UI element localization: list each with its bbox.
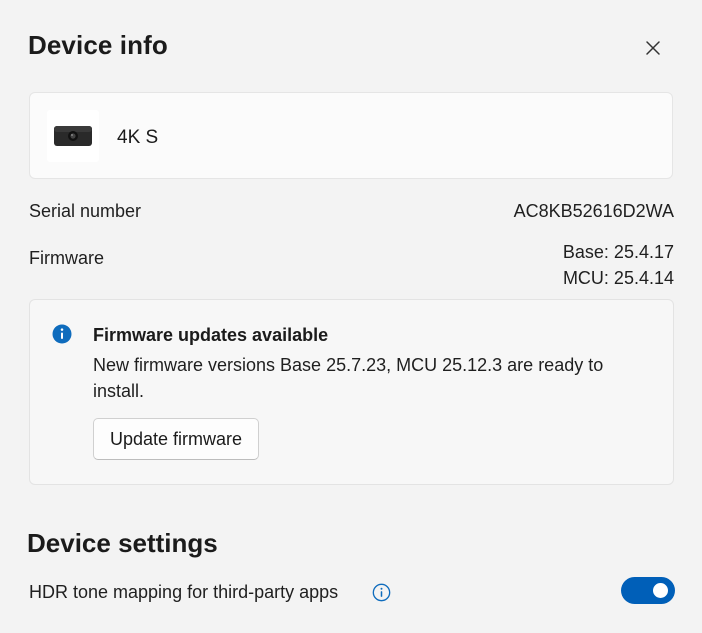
serial-number-value: AC8KB52616D2WA [513,201,674,221]
close-button[interactable] [636,31,670,65]
firmware-mcu-version: MCU: 25.4.14 [562,268,674,288]
firmware-base-version: Base: 25.4.17 [562,242,674,262]
hdr-tone-mapping-toggle[interactable] [621,577,675,604]
hdr-tone-mapping-label: HDR tone mapping for third-party apps [29,582,339,602]
device-settings-title: Device settings [27,528,218,558]
info-icon [52,324,72,344]
firmware-value: Base: 25.4.17 MCU: 25.4.14 [563,239,674,291]
toggle-knob [653,583,668,598]
update-firmware-button[interactable]: Update firmware [93,418,260,460]
firmware-update-notice: Firmware updates available New firmware … [29,299,674,485]
webcam-icon [54,126,92,146]
device-card: 4K S [29,92,673,179]
device-name: 4K S [117,127,159,148]
update-notice-title: Firmware updates available [93,325,329,345]
firmware-label: Firmware [29,248,104,268]
info-outline-icon[interactable] [372,583,391,602]
panel-title: Device info [28,30,168,60]
close-icon [646,41,660,55]
device-thumbnail [47,110,99,162]
serial-number-label: Serial number [29,201,142,221]
update-notice-message: New firmware versions Base 25.7.23, MCU … [93,355,604,401]
